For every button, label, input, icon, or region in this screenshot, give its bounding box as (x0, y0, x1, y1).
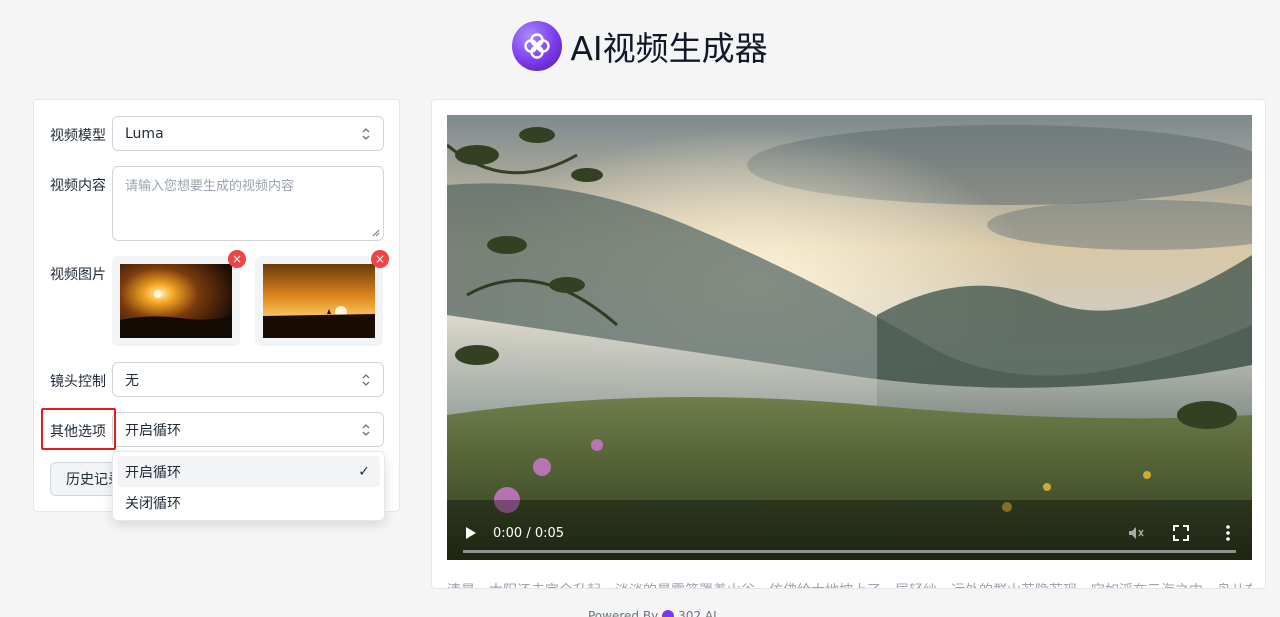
content-placeholder: 请输入您想要生成的视频内容 (125, 179, 295, 194)
option-label: 关闭循环 (125, 495, 181, 512)
play-icon[interactable] (465, 526, 477, 540)
model-value: Luma (125, 125, 164, 142)
sunset-image-1 (120, 264, 232, 338)
footer-text: Powered By (588, 609, 659, 617)
footer: Powered By 302.AI (588, 609, 717, 617)
time-display: 0:00 / 0:05 (493, 526, 565, 541)
video-panel: 0:00 / 0:05 清晨，太阳还未完全升起，淡淡的晨雾笼罩着山谷，仿佛给大地… (431, 99, 1266, 589)
camera-value: 无 (125, 372, 139, 389)
chevron-updown-icon (362, 423, 370, 436)
resize-grip-icon[interactable] (372, 229, 380, 237)
model-label: 视频模型 (50, 128, 106, 144)
dropdown-option-loop-on[interactable]: 开启循环 ✓ (117, 456, 380, 487)
other-options-value: 开启循环 (125, 422, 181, 439)
video-controls: 0:00 / 0:05 (447, 500, 1252, 560)
image-thumbnail-2[interactable]: × (255, 250, 389, 346)
progress-bar[interactable] (463, 550, 1236, 553)
video-player[interactable]: 0:00 / 0:05 (447, 115, 1252, 560)
model-select[interactable]: Luma (112, 116, 384, 151)
fullscreen-icon[interactable] (1173, 525, 1189, 541)
camera-select[interactable]: 无 (112, 362, 384, 397)
footer-brand[interactable]: 302.AI (678, 609, 716, 617)
more-options-icon[interactable] (1225, 525, 1231, 541)
image-thumbnail-1[interactable]: × (112, 250, 246, 346)
flower-logo-icon (512, 21, 563, 71)
remove-image-button-1[interactable]: × (228, 250, 246, 268)
images-label: 视频图片 (50, 267, 106, 283)
remove-image-button-2[interactable]: × (371, 250, 389, 268)
content-label: 视频内容 (50, 178, 106, 194)
sunset-image-2 (263, 264, 375, 338)
app-title: AI视频生成器 (570, 29, 768, 68)
app-header: AI视频生成器 (0, 20, 1280, 72)
option-label: 开启循环 (125, 464, 181, 481)
volume-icon[interactable] (1127, 524, 1145, 542)
dropdown-option-loop-off[interactable]: 关闭循环 (117, 487, 380, 518)
camera-label: 镜头控制 (50, 374, 106, 390)
content-textarea[interactable]: 请输入您想要生成的视频内容 (112, 166, 384, 241)
check-icon: ✓ (358, 463, 370, 480)
highlight-annotation (41, 408, 116, 450)
other-options-dropdown: 开启循环 ✓ 关闭循环 (112, 451, 385, 521)
video-caption: 清晨，太阳还未完全升起，淡淡的晨雾笼罩着山谷，仿佛给大地披上了一层轻纱。远处的群… (447, 580, 1252, 588)
chevron-updown-icon (362, 373, 370, 386)
other-options-select[interactable]: 开启循环 (112, 412, 384, 447)
chevron-updown-icon (362, 127, 370, 140)
landscape-video-frame (447, 115, 1252, 560)
brand-logo-icon (662, 610, 675, 617)
